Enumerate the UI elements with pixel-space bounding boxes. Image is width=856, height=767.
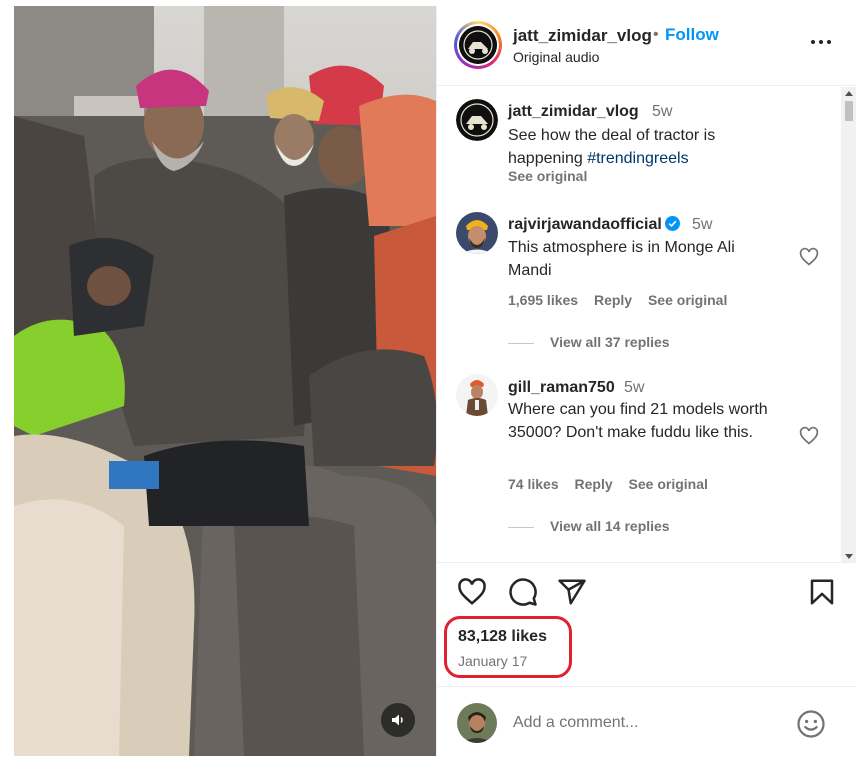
post-actions: 83,128 likes January 17 bbox=[437, 564, 856, 684]
comment-text: Where can you find 21 models worth 35000… bbox=[508, 401, 768, 441]
comment-meta: 1,695 likes Reply See original bbox=[508, 292, 739, 308]
follow-button[interactable]: Follow bbox=[665, 25, 719, 45]
comment-like-heart-icon[interactable] bbox=[799, 426, 819, 446]
reply-button[interactable]: Reply bbox=[575, 476, 613, 492]
author-username[interactable]: jatt_zimidar_vlog bbox=[513, 26, 652, 46]
comment-like-heart-icon[interactable] bbox=[799, 247, 819, 267]
caption-username[interactable]: jatt_zimidar_vlog bbox=[508, 103, 639, 121]
replies-divider bbox=[508, 342, 534, 344]
author-logo-icon bbox=[456, 99, 498, 141]
caption-see-original[interactable]: See original bbox=[508, 168, 587, 184]
comment-likes: 74 likes bbox=[508, 476, 559, 492]
verified-badge-icon bbox=[664, 216, 680, 231]
caption-text: See how the deal of tractor is happening… bbox=[508, 124, 778, 170]
bookmark-icon[interactable] bbox=[807, 577, 837, 607]
post-details-pane: jatt_zimidar_vlog • Follow Original audi… bbox=[436, 6, 856, 756]
commenter-username[interactable]: gill_raman750 bbox=[508, 379, 615, 397]
caption-avatar[interactable] bbox=[456, 99, 498, 141]
separator-dot: • bbox=[653, 26, 659, 43]
commenter-username[interactable]: rajvirjawandaofficial bbox=[508, 216, 680, 234]
commenter-avatar[interactable] bbox=[456, 374, 498, 416]
commenter-username-text[interactable]: rajvirjawandaofficial bbox=[508, 216, 662, 233]
replies-divider bbox=[508, 526, 534, 528]
hashtag-link[interactable]: #trendingreels bbox=[587, 150, 688, 167]
view-replies-button[interactable]: View all 14 replies bbox=[508, 518, 670, 534]
more-options-icon[interactable] bbox=[809, 30, 833, 54]
reel-video-frame bbox=[14, 6, 436, 756]
caption-time[interactable]: 5w bbox=[652, 103, 672, 121]
audio-label[interactable]: Original audio bbox=[513, 49, 599, 65]
author-logo-icon bbox=[459, 26, 497, 64]
heart-icon[interactable] bbox=[457, 577, 487, 607]
post-header: jatt_zimidar_vlog • Follow Original audi… bbox=[437, 6, 856, 86]
profile-photo bbox=[456, 374, 498, 416]
add-comment-bar bbox=[437, 686, 856, 756]
comments-list[interactable]: jatt_zimidar_vlog 5w See how the deal of… bbox=[437, 87, 856, 563]
scroll-down-arrow-icon[interactable] bbox=[845, 554, 853, 559]
scroll-up-arrow-icon[interactable] bbox=[845, 91, 853, 96]
reply-button[interactable]: Reply bbox=[594, 292, 632, 308]
view-replies-button[interactable]: View all 37 replies bbox=[508, 334, 670, 350]
comment-time[interactable]: 5w bbox=[624, 379, 644, 397]
annotation-highlight-box bbox=[444, 616, 572, 678]
comment-bubble-icon[interactable] bbox=[508, 577, 538, 607]
profile-photo bbox=[457, 703, 497, 743]
profile-photo bbox=[456, 212, 498, 254]
comments-scrollbar[interactable] bbox=[841, 87, 856, 562]
see-original-button[interactable]: See original bbox=[629, 476, 708, 492]
reel-video[interactable] bbox=[14, 6, 436, 756]
view-replies-label[interactable]: View all 37 replies bbox=[550, 334, 670, 350]
current-user-avatar bbox=[457, 703, 497, 743]
commenter-avatar[interactable] bbox=[456, 212, 498, 254]
paper-plane-icon[interactable] bbox=[557, 577, 587, 607]
mute-toggle-button[interactable] bbox=[381, 703, 415, 737]
view-replies-label[interactable]: View all 14 replies bbox=[550, 518, 670, 534]
comment-time[interactable]: 5w bbox=[692, 216, 712, 234]
comment-meta: 74 likes Reply See original bbox=[508, 476, 720, 492]
smiley-icon[interactable] bbox=[796, 709, 826, 739]
comment-input[interactable] bbox=[513, 709, 783, 737]
scrollbar-thumb[interactable] bbox=[845, 101, 853, 121]
author-avatar[interactable] bbox=[454, 21, 502, 69]
speaker-icon bbox=[392, 714, 403, 726]
see-original-button[interactable]: See original bbox=[648, 292, 727, 308]
comment-text: This atmosphere is in Monge Ali Mandi bbox=[508, 239, 735, 279]
comment-likes: 1,695 likes bbox=[508, 292, 579, 308]
